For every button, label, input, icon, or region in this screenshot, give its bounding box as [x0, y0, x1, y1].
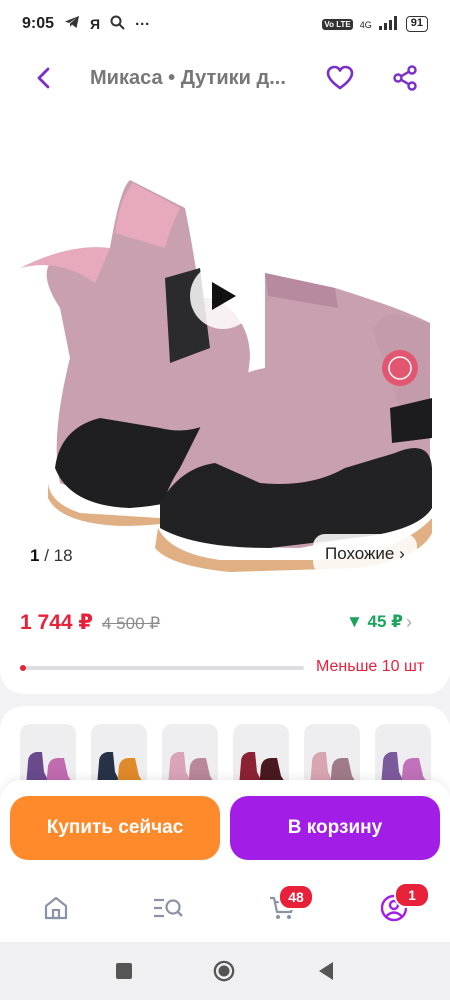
catalog-search-icon [154, 898, 183, 918]
page-title: Микаса • Дутики д... [90, 66, 286, 89]
buy-now-button[interactable]: Купить сейчас [10, 796, 220, 860]
more-notifications-icon: ··· [135, 15, 151, 33]
square-icon [116, 963, 132, 979]
share-icon [393, 65, 417, 91]
volte-badge: Vo LTE [322, 18, 353, 30]
old-price: 4 500 ₽ [102, 614, 161, 633]
favorite-button[interactable] [320, 58, 360, 98]
product-photo [20, 180, 432, 572]
network-label: 4G [359, 19, 372, 30]
recent-apps-button[interactable] [113, 960, 135, 982]
battery-indicator: 91 [405, 16, 428, 32]
home-icon [44, 896, 68, 920]
nav-home[interactable] [38, 890, 74, 926]
cashback-amount[interactable]: ▼ 45 ₽ [346, 612, 403, 632]
image-counter-total: / 18 [44, 546, 73, 565]
product-image-gallery[interactable]: 1 / 18 Похожие › [0, 108, 450, 588]
notif-letter: Я [90, 16, 101, 32]
heart-icon [326, 65, 354, 90]
play-icon [212, 282, 236, 310]
stock-progress-bar [20, 665, 304, 671]
profile-badge: 1 [394, 882, 430, 908]
system-navigation-bar [0, 942, 450, 1000]
action-bar: Купить сейчас В корзину [0, 780, 450, 876]
status-bar: 9:05 Я ··· Vo LTE 4G 91 [0, 0, 450, 48]
image-counter-current: 1 [30, 546, 40, 565]
stock-label: Меньше 10 шт [316, 658, 425, 675]
stock-progress-fill [20, 665, 26, 671]
add-to-cart-button[interactable]: В корзину [230, 796, 440, 860]
back-button[interactable] [24, 58, 64, 98]
nav-catalog[interactable] [150, 890, 186, 926]
play-video-button[interactable] [190, 263, 256, 329]
share-button[interactable] [385, 58, 425, 98]
chevron-right-icon[interactable]: › [406, 612, 412, 633]
telegram-icon [64, 15, 80, 33]
current-price: 1 744 ₽ [20, 611, 93, 634]
search-icon [110, 15, 125, 34]
product-header: Микаса • Дутики д... [0, 48, 450, 108]
home-system-button[interactable] [213, 960, 235, 982]
back-system-button[interactable] [315, 960, 337, 982]
image-counter: 1 / 18 [30, 546, 73, 566]
bottom-navigation: 48 1 [0, 876, 450, 942]
status-time: 9:05 [22, 15, 55, 32]
back-arrow-icon [37, 67, 50, 89]
circle-icon [213, 960, 235, 982]
similar-products-button[interactable]: Похожие › [313, 534, 417, 574]
cart-badge: 48 [278, 884, 314, 910]
triangle-back-icon [319, 962, 333, 980]
price-card: 1 744 ₽ 4 500 ₽ ▼ 45 ₽ › Меньше 10 шт [0, 588, 450, 694]
signal-icon [378, 15, 399, 33]
